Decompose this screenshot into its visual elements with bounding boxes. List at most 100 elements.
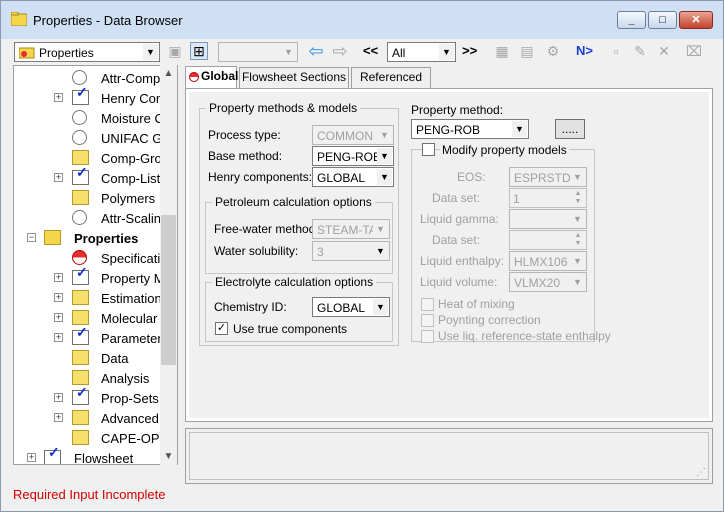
tree-item[interactable]: Attr-Scalin [14,208,164,228]
chevron-down-icon: ▼ [143,44,158,60]
expand-icon[interactable]: + [54,393,63,402]
henry-components-value: GLOBAL [317,171,366,185]
tree-item[interactable]: Specificati [14,248,164,268]
back-arrow-icon[interactable]: ⇦ [307,42,325,60]
delete-icon[interactable]: ✕ [655,42,673,60]
up-folder-icon[interactable]: ▣ [166,42,184,60]
folder-check-icon [72,387,89,405]
liquid-enthalpy-label: Liquid enthalpy: [420,254,505,268]
tab-referenced[interactable]: Referenced [351,67,431,88]
close-button[interactable]: ✕ [679,11,713,29]
liquid-volume-select[interactable]: VLMX20 ▼ [509,272,587,292]
tab-flowsheet-sections[interactable]: Flowsheet Sections [239,67,349,88]
tree-item-properties[interactable]: − Properties [14,228,164,248]
clear-icon[interactable]: ⌧ [685,42,703,60]
tree-toggle-icon[interactable]: ⊞ [190,42,208,60]
collapse-icon[interactable]: − [27,233,36,242]
tree-item[interactable]: + Henry Con [14,87,164,108]
modify-models-checkbox[interactable] [422,143,435,156]
form-select-value: Properties [39,46,94,60]
group-title: Petroleum calculation options [212,195,375,209]
tree-item[interactable]: + Property M [14,267,165,288]
chemistry-id-select[interactable]: GLOBAL ▼ [312,297,390,317]
next-form-button[interactable]: >> [462,43,477,58]
expand-icon[interactable]: + [54,93,63,102]
resize-grip-icon[interactable]: ⋰ [696,467,708,479]
tree-item[interactable]: Moisture C [14,108,164,128]
true-components-checkbox[interactable]: ✓ [215,322,228,335]
close-icon: ✕ [691,14,701,26]
heat-of-mixing-checkbox[interactable] [421,298,434,311]
tab-label: Referenced [359,70,423,84]
tree-item[interactable]: Data [14,348,164,368]
expand-icon[interactable]: + [54,313,63,322]
group-title: Electrolyte calculation options [212,275,377,289]
property-method-browse-button[interactable]: ..... [555,119,585,139]
previous-form-button[interactable]: << [363,43,378,58]
liquid-enthalpy-select[interactable]: HLMX106 ▼ [509,251,587,271]
expand-icon[interactable]: + [54,413,63,422]
folder-icon [72,410,89,425]
filter-select[interactable]: All ▼ [387,42,456,62]
settings-icon[interactable]: ⚙ [544,42,562,60]
tree-item[interactable]: UNIFAC Gr [14,128,167,148]
dataset-spinner[interactable]: 1 ▲ ▼ [509,188,587,208]
tree-item[interactable]: + Estimation [14,288,164,308]
liq-reference-checkbox[interactable] [421,330,434,343]
poynting-checkbox[interactable] [421,314,434,327]
sheet-icon[interactable]: ▤ [518,42,536,60]
process-type-value: COMMON [317,129,373,143]
base-method-select[interactable]: PENG-ROB ▼ [312,146,394,166]
tree-item-flowsheet[interactable]: + Flowsheet [14,447,164,464]
property-method-select[interactable]: PENG-ROB ▼ [411,119,529,139]
tree-item-label: Advanced [101,411,159,426]
process-type-label: Process type: [208,128,281,142]
true-components-label: Use true components [233,322,348,336]
form-select[interactable]: Properties ▼ [14,42,160,62]
tree-item-label: Parameter [101,331,162,346]
free-water-select[interactable]: STEAM-TA ▼ [312,219,390,239]
tree-item[interactable]: CAPE-OPE [14,428,168,448]
edit-icon[interactable]: ✎ [631,42,649,60]
maximize-button[interactable]: □ [648,11,677,29]
process-type-select[interactable]: COMMON ▼ [312,125,394,145]
scroll-up-icon[interactable]: ▲ [160,65,177,82]
minimize-button[interactable]: _ [617,11,646,29]
expand-icon[interactable]: + [54,333,63,342]
window-title: Properties - Data Browser [33,13,183,28]
scroll-down-icon[interactable]: ▼ [160,448,177,465]
eos-select[interactable]: ESPRSTD ▼ [509,167,587,187]
dataset2-spinner[interactable]: ▲ ▼ [509,230,587,250]
object-select[interactable]: ▼ [218,42,298,62]
tree-item[interactable]: + Prop-Sets [14,387,164,408]
next-required-button[interactable]: N> [576,43,593,58]
expand-icon[interactable]: + [54,273,63,282]
liquid-gamma-select[interactable]: ▼ [509,209,587,229]
new-icon[interactable]: ▫ [607,42,625,60]
tree-item[interactable]: Attr-Comp [14,68,164,88]
tree-item[interactable]: + Comp-List [14,167,164,188]
dataset-label: Data set: [432,191,481,205]
tree-scrollbar[interactable]: ▲ ▼ [160,65,177,465]
minimize-icon: _ [628,14,635,26]
tree-item[interactable]: + Parameter [14,327,164,348]
tree-item[interactable]: + Advanced [14,408,164,428]
liquid-volume-label: Liquid volume: [420,275,498,289]
tree-item-label: Moisture C [101,111,164,126]
forward-arrow-icon[interactable]: ⇨ [331,42,349,60]
tree-item[interactable]: Polymers [14,188,164,208]
expand-icon[interactable]: + [54,173,63,182]
group-title: Property methods & models [206,101,361,115]
tree-item[interactable]: Analysis [14,368,164,388]
tree-item[interactable]: + Molecular [14,308,164,328]
tree-item-label: CAPE-OPE [101,431,169,446]
tree-item-label: Henry Con [101,91,164,106]
results-icon[interactable]: ▦ [493,42,511,60]
tab-global[interactable]: Global [185,66,238,89]
expand-icon[interactable]: + [27,453,36,462]
scroll-thumb[interactable] [161,215,176,365]
tree-item[interactable]: Comp-Gro [14,148,164,168]
expand-icon[interactable]: + [54,293,63,302]
water-solubility-select[interactable]: 3 ▼ [312,241,390,261]
henry-components-select[interactable]: GLOBAL ▼ [312,167,394,187]
